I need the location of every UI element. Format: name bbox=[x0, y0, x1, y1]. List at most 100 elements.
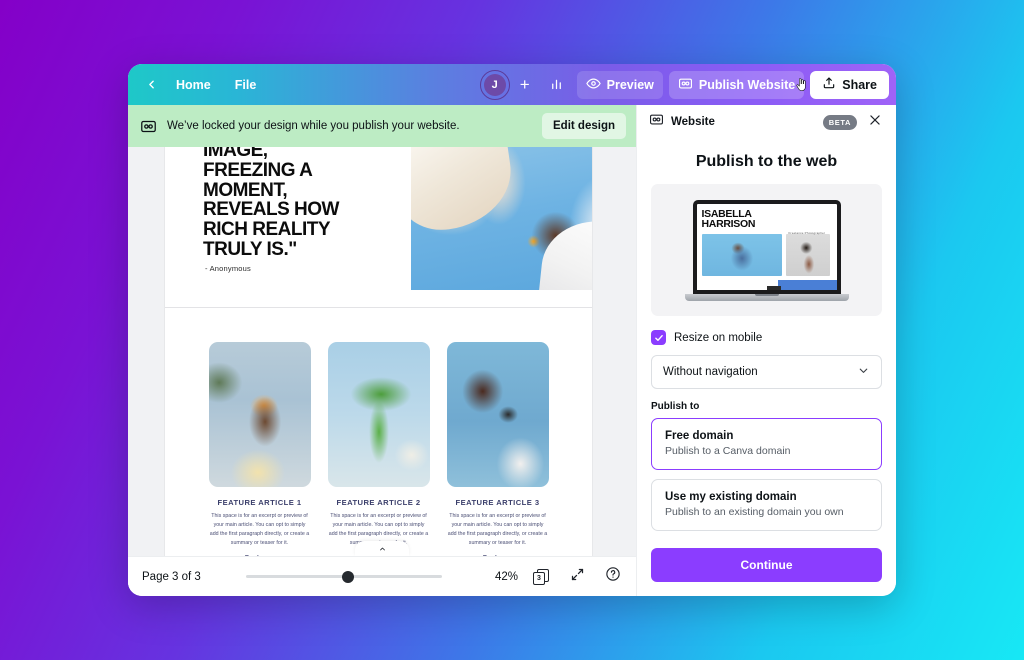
feature-title: FEATURE ARTICLE 1 bbox=[217, 498, 302, 507]
navigation-select[interactable]: Without navigation bbox=[651, 355, 882, 389]
option-existing-domain[interactable]: Use my existing domain Publish to an exi… bbox=[651, 479, 882, 531]
laptop-mockup: ISABELLA HARRISON Freelance Photographer bbox=[684, 199, 849, 301]
publish-website-label: Publish Website bbox=[698, 77, 796, 92]
share-upload-icon bbox=[822, 76, 836, 93]
panel-footer: Continue bbox=[637, 542, 896, 596]
close-icon bbox=[868, 113, 882, 132]
preview-site-subtitle: Freelance Photographer bbox=[788, 230, 826, 235]
resize-on-mobile-checkbox[interactable] bbox=[651, 330, 666, 345]
back-button[interactable] bbox=[138, 72, 164, 98]
preview-label: Preview bbox=[606, 77, 654, 92]
page-indicator[interactable]: Page 3 of 3 bbox=[142, 571, 201, 583]
feature-articles-row: FEATURE ARTICLE 1 This space is for an e… bbox=[165, 342, 592, 556]
help-button[interactable] bbox=[600, 564, 626, 590]
feature-card[interactable]: FEATURE ARTICLE 1 This space is for an e… bbox=[208, 342, 311, 556]
feature-image[interactable] bbox=[208, 342, 311, 487]
app-window: Home File J + Preview Publish Website Sh… bbox=[128, 64, 896, 596]
fullscreen-button[interactable] bbox=[564, 564, 590, 590]
banner-message: We’ve locked your design while you publi… bbox=[167, 120, 460, 132]
website-icon bbox=[649, 112, 664, 132]
beta-badge: BETA bbox=[822, 114, 857, 130]
preview-image-right bbox=[785, 233, 830, 276]
share-label: Share bbox=[842, 77, 877, 92]
laptop-screen: ISABELLA HARRISON Freelance Photographer bbox=[692, 199, 841, 294]
mouse-cursor-pointer bbox=[795, 78, 808, 92]
chevron-left-icon bbox=[145, 78, 158, 91]
continue-button[interactable]: Continue bbox=[651, 548, 882, 582]
collapse-panel-tab[interactable] bbox=[355, 541, 409, 556]
feature-read-more-link[interactable]: Read more bbox=[447, 555, 549, 556]
panel-heading: Publish to the web bbox=[695, 153, 838, 170]
pages-icon-count: 3 bbox=[533, 571, 545, 585]
feature-card[interactable]: FEATURE ARTICLE 3 This space is for an e… bbox=[446, 342, 549, 556]
preview-images bbox=[697, 230, 837, 276]
feature-title: FEATURE ARTICLE 3 bbox=[455, 498, 540, 507]
editor-column: We’ve locked your design while you publi… bbox=[128, 105, 636, 596]
option-subtitle: Publish to a Canva domain bbox=[665, 445, 791, 457]
panel-title: Website bbox=[671, 116, 715, 128]
chevron-down-icon bbox=[857, 364, 870, 380]
page-manager-button[interactable]: 3 bbox=[528, 564, 554, 590]
zoom-slider[interactable] bbox=[211, 570, 478, 583]
laptop-base bbox=[684, 293, 849, 301]
edit-design-button[interactable]: Edit design bbox=[542, 113, 626, 139]
design-locked-banner: We’ve locked your design while you publi… bbox=[128, 105, 636, 147]
share-button[interactable]: Share bbox=[810, 70, 889, 99]
help-circle-icon bbox=[605, 566, 621, 587]
feature-body: This space is for an excerpt or preview … bbox=[209, 513, 310, 546]
section-divider bbox=[165, 307, 592, 308]
zoom-level[interactable]: 42% bbox=[488, 571, 518, 583]
resize-on-mobile-row[interactable]: Resize on mobile bbox=[651, 330, 882, 345]
zoom-slider-track[interactable] bbox=[246, 570, 443, 583]
check-icon bbox=[654, 334, 663, 341]
site-preview: ISABELLA HARRISON Freelance Photographer bbox=[651, 184, 882, 316]
feature-title: FEATURE ARTICLE 2 bbox=[336, 498, 421, 507]
website-icon bbox=[678, 76, 693, 94]
feature-read-more-link[interactable]: Read more bbox=[209, 555, 311, 556]
publish-website-button[interactable]: Publish Website bbox=[668, 70, 805, 99]
bar-chart-icon bbox=[549, 76, 564, 94]
publish-to-label: Publish to bbox=[651, 401, 700, 412]
hero-image[interactable] bbox=[411, 147, 592, 290]
menu-file[interactable]: File bbox=[223, 73, 269, 97]
feature-image[interactable] bbox=[446, 342, 549, 487]
panel-content: ISABELLA HARRISON Freelance Photographer bbox=[637, 184, 896, 542]
insights-button[interactable] bbox=[542, 71, 571, 99]
feature-card[interactable]: FEATURE ARTICLE 2 This space is for an e… bbox=[327, 342, 430, 556]
canvas-region[interactable]: IMAGE, FREEZING A MOMENT, REVEALS HOW RI… bbox=[128, 147, 636, 556]
quote-attribution[interactable]: - Anonymous bbox=[205, 264, 251, 273]
app-body: We’ve locked your design while you publi… bbox=[128, 105, 896, 596]
status-bar: Page 3 of 3 42% 3 bbox=[128, 556, 636, 596]
eye-icon bbox=[585, 76, 601, 94]
top-toolbar: Home File J + Preview Publish Website Sh… bbox=[128, 64, 896, 105]
panel-header: Website BETA bbox=[637, 105, 896, 139]
avatar[interactable]: J bbox=[479, 69, 510, 100]
option-title: Use my existing domain bbox=[665, 491, 797, 503]
avatar-focus-ring bbox=[479, 69, 510, 100]
menu-home[interactable]: Home bbox=[164, 73, 223, 97]
feature-body: This space is for an excerpt or preview … bbox=[447, 513, 548, 546]
chevron-up-icon bbox=[377, 540, 388, 557]
close-panel-button[interactable] bbox=[864, 111, 886, 133]
toolbar-right-group: J + Preview Publish Website Share bbox=[479, 69, 896, 100]
publish-side-panel: Website BETA Publish to the web ISABELLA… bbox=[636, 105, 896, 596]
option-subtitle: Publish to an existing domain you own bbox=[665, 506, 844, 518]
preview-site-name: ISABELLA HARRISON bbox=[701, 207, 756, 231]
pages-icon: 3 bbox=[533, 568, 549, 585]
fullscreen-icon bbox=[570, 567, 585, 587]
preview-image-left bbox=[701, 233, 782, 276]
resize-on-mobile-label: Resize on mobile bbox=[674, 331, 763, 344]
preview-footer-bar bbox=[777, 279, 837, 290]
option-free-domain[interactable]: Free domain Publish to a Canva domain bbox=[651, 418, 882, 470]
toolbar-left-group: Home File bbox=[128, 72, 268, 98]
preview-footer-accent bbox=[766, 285, 781, 290]
preview-button[interactable]: Preview bbox=[576, 70, 663, 99]
navigation-select-value: Without navigation bbox=[663, 366, 758, 378]
website-icon bbox=[140, 118, 157, 135]
quote-text[interactable]: IMAGE, FREEZING A MOMENT, REVEALS HOW RI… bbox=[203, 147, 409, 260]
option-title: Free domain bbox=[665, 430, 734, 442]
add-collaborator-button[interactable]: + bbox=[514, 72, 536, 98]
zoom-slider-knob[interactable] bbox=[342, 570, 355, 583]
design-page[interactable]: IMAGE, FREEZING A MOMENT, REVEALS HOW RI… bbox=[165, 147, 592, 556]
feature-image[interactable] bbox=[327, 342, 430, 487]
